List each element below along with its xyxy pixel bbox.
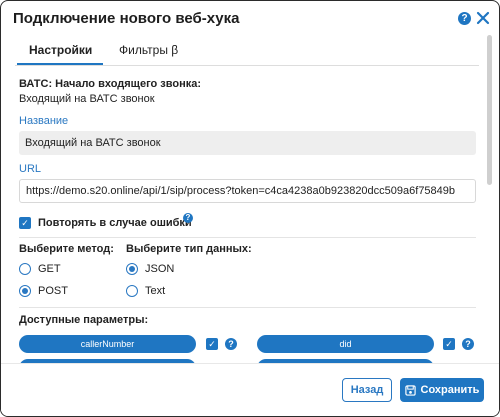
- param-did-help-icon[interactable]: ?: [462, 338, 474, 350]
- data-type-json-label: JSON: [145, 263, 175, 275]
- param-did-button[interactable]: did: [257, 335, 434, 353]
- data-type-label: Выберите тип данных:: [126, 243, 252, 255]
- save-button-label: Сохранить: [420, 384, 480, 396]
- params-label: Доступные параметры:: [19, 314, 149, 326]
- save-icon: [404, 384, 416, 396]
- save-button[interactable]: Сохранить: [400, 378, 484, 402]
- url-label: URL: [19, 163, 42, 175]
- data-type-json-radio[interactable]: [126, 263, 138, 275]
- retry-label: Повторять в случае ошибки: [38, 217, 192, 229]
- scrollbar-thumb[interactable]: [487, 35, 492, 185]
- method-get-label: GET: [38, 263, 61, 275]
- dialog-footer: Назад Сохранить: [1, 363, 499, 416]
- tab-filters[interactable]: Фильтры β: [119, 43, 178, 57]
- method-label: Выберите метод:: [19, 243, 114, 255]
- retry-checkbox[interactable]: ✓: [19, 217, 31, 229]
- data-type-text-radio[interactable]: [126, 285, 138, 297]
- tab-settings[interactable]: Настройки: [29, 43, 92, 57]
- tab-bar: Настройки Фильтры β: [15, 39, 479, 66]
- retry-help-icon[interactable]: ?: [183, 213, 193, 223]
- param-callernumber-button[interactable]: callerNumber: [19, 335, 196, 353]
- param-callernumber-help-icon[interactable]: ?: [225, 338, 237, 350]
- method-get-radio[interactable]: [19, 263, 31, 275]
- name-label: Название: [19, 115, 69, 127]
- param-callernumber-checkbox[interactable]: ✓: [206, 338, 218, 350]
- divider: [19, 307, 476, 308]
- method-post-label: POST: [38, 285, 68, 297]
- divider: [19, 237, 476, 238]
- dialog-title: Подключение нового веб-хука: [13, 10, 240, 27]
- webhook-dialog: Подключение нового веб-хука ? Настройки …: [0, 0, 500, 417]
- event-heading: ВАТС: Начало входящего звонка:: [19, 78, 202, 90]
- active-tab-indicator: [17, 63, 103, 65]
- data-type-text-label: Text: [145, 285, 166, 297]
- name-input[interactable]: Входящий на ВАТС звонок: [19, 131, 476, 155]
- url-input[interactable]: https://demo.s20.online/api/1/sip/proces…: [19, 179, 476, 203]
- help-icon[interactable]: ?: [458, 12, 471, 25]
- close-icon[interactable]: [475, 10, 491, 26]
- event-description: Входящий на ВАТС звонок: [19, 93, 155, 105]
- method-post-radio[interactable]: [19, 285, 31, 297]
- param-did-checkbox[interactable]: ✓: [443, 338, 455, 350]
- back-button[interactable]: Назад: [342, 378, 392, 402]
